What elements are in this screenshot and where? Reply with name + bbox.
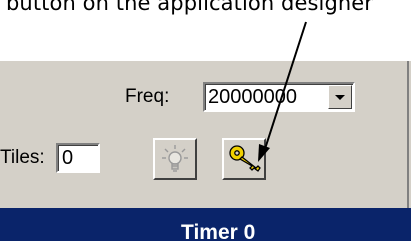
callout-arrow [258,21,307,162]
